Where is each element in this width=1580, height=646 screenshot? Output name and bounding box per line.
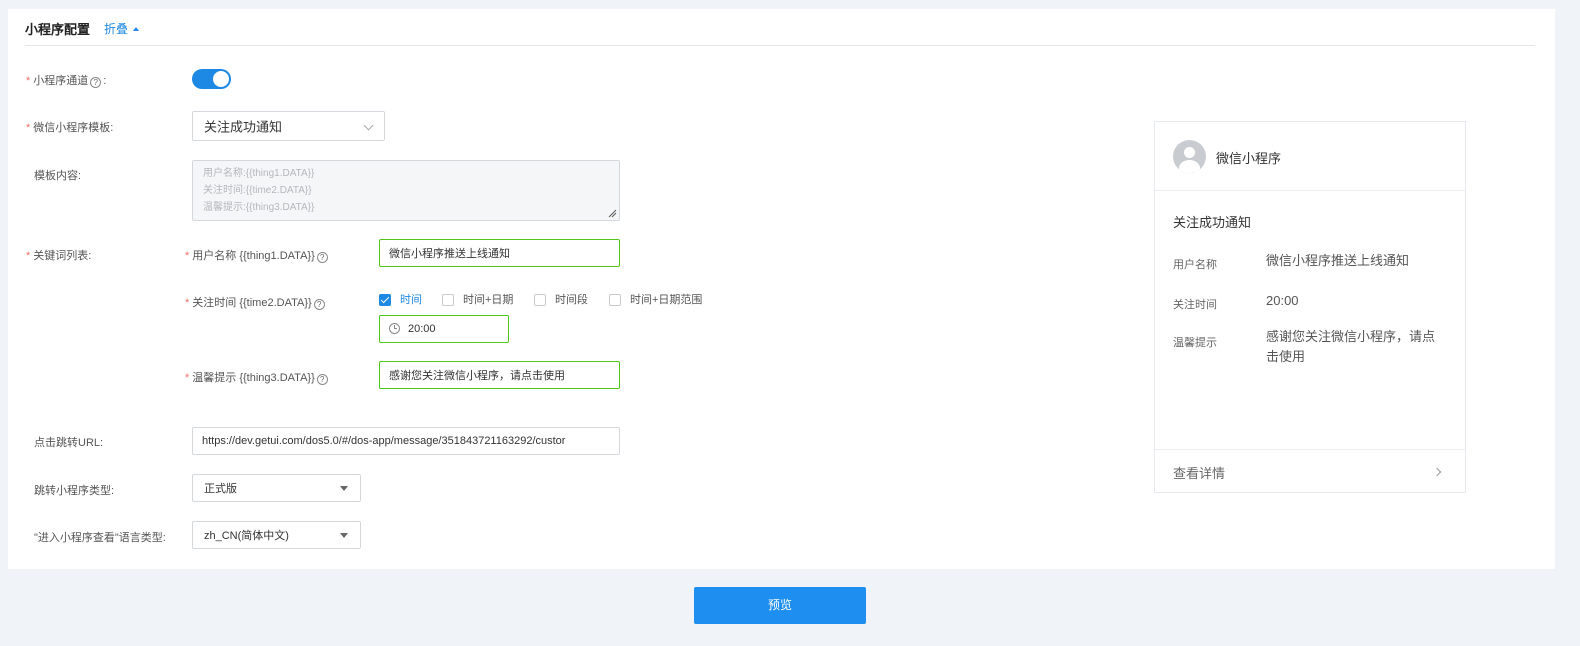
help-icon[interactable]: ? xyxy=(313,299,325,310)
chevron-down-icon xyxy=(363,120,374,131)
preview-row-value: 20:00 xyxy=(1266,293,1299,308)
preview-header: 微信小程序 xyxy=(1155,122,1465,191)
keyword-input-thing1[interactable]: 微信小程序推送上线通知 xyxy=(379,239,620,267)
preview-row-label: 用户名称 xyxy=(1173,259,1217,271)
type-label: 跳转小程序类型: xyxy=(34,485,115,497)
avatar xyxy=(1173,140,1206,173)
collapse-label: 折叠 xyxy=(104,22,129,36)
required-mark: * xyxy=(185,372,190,384)
keywords-label: * 关键词列表: xyxy=(26,250,92,262)
chevron-right-icon xyxy=(1432,467,1442,477)
collapse-toggle[interactable]: 折叠 xyxy=(104,20,140,37)
required-mark: * xyxy=(185,250,190,262)
caret-down-icon xyxy=(340,486,348,491)
help-icon[interactable]: ? xyxy=(316,374,328,385)
checkbox-icon xyxy=(442,294,454,306)
url-label: 点击跳转URL: xyxy=(34,437,104,449)
required-mark: * xyxy=(26,75,31,87)
lang-label: "进入小程序查看"语言类型: xyxy=(34,532,166,544)
channel-switch[interactable] xyxy=(192,69,231,89)
resize-handle-icon[interactable] xyxy=(607,208,617,218)
template-select-value: 关注成功通知 xyxy=(204,119,283,135)
preview-row-label: 关注时间 xyxy=(1173,299,1217,311)
help-icon[interactable]: ? xyxy=(316,252,328,263)
preview-row-label: 温馨提示 xyxy=(1173,337,1217,349)
template-content-textarea[interactable]: 用户名称:{{thing1.DATA}} 关注时间:{{time2.DATA}}… xyxy=(192,160,620,221)
clock-icon xyxy=(389,323,400,334)
checkbox-icon xyxy=(534,294,546,306)
template-label: * 微信小程序模板: xyxy=(26,122,114,134)
checkbox-checked-icon xyxy=(379,294,391,306)
keyword-label-time2: * 关注时间 {{time2.DATA}}? xyxy=(185,294,327,310)
section-header: 小程序配置 折叠 xyxy=(25,9,1535,46)
content-line: 温馨提示:{{thing3.DATA}} xyxy=(203,202,315,213)
template-select[interactable]: 关注成功通知 xyxy=(192,111,385,141)
preview-button[interactable]: 预览 xyxy=(694,587,866,624)
message-preview-panel: 微信小程序 关注成功通知 用户名称 微信小程序推送上线通知 关注时间 20:00… xyxy=(1154,121,1466,493)
required-mark: * xyxy=(26,250,31,262)
required-mark: * xyxy=(26,122,31,134)
preview-title: 关注成功通知 xyxy=(1173,215,1252,230)
keyword-label-thing1: * 用户名称 {{thing1.DATA}}? xyxy=(185,247,330,263)
time-picker-input[interactable]: 20:00 xyxy=(379,315,509,343)
content-line: 用户名称:{{thing1.DATA}} xyxy=(203,168,315,179)
url-input[interactable]: https://dev.getui.com/dos5.0/#/dos-app/m… xyxy=(192,427,620,455)
keyword-input-thing3[interactable]: 感谢您关注微信小程序，请点击使用 xyxy=(379,361,620,389)
channel-label: * 小程序通道?: xyxy=(26,75,107,88)
checkbox-icon xyxy=(609,294,621,306)
preview-row-value: 微信小程序推送上线通知 xyxy=(1266,253,1410,268)
content-line: 关注时间:{{time2.DATA}} xyxy=(203,185,312,196)
user-icon xyxy=(1184,147,1195,158)
type-select[interactable]: 正式版 xyxy=(192,474,361,502)
help-icon[interactable]: ? xyxy=(90,77,102,88)
preview-row-value: 感谢您关注微信小程序，请点击使用 xyxy=(1266,329,1436,364)
caret-down-icon xyxy=(340,533,348,538)
section-title: 小程序配置 xyxy=(25,22,91,37)
lang-select[interactable]: zh_CN(简体中文) xyxy=(192,521,361,549)
caret-up-icon xyxy=(133,27,140,31)
content-label: 模板内容: xyxy=(34,170,82,182)
required-mark: * xyxy=(185,297,190,309)
view-details-label: 查看详情 xyxy=(1173,466,1226,481)
switch-knob xyxy=(213,71,229,87)
preview-app-name: 微信小程序 xyxy=(1216,151,1282,166)
keyword-label-thing3: * 温馨提示 {{thing3.DATA}}? xyxy=(185,369,330,385)
view-details-link[interactable]: 查看详情 xyxy=(1155,449,1465,492)
